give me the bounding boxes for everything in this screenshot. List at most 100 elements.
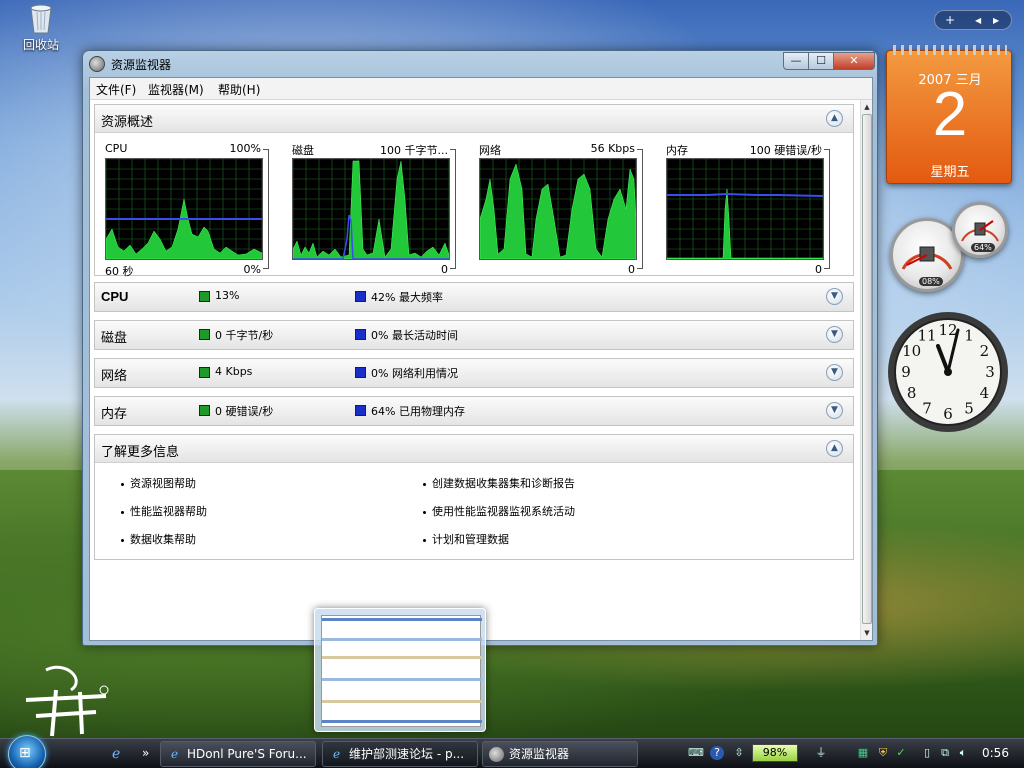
learn-more-title: 了解更多信息: [101, 445, 180, 460]
chevron-up-icon[interactable]: ▲: [826, 440, 843, 457]
memory-graph-min: 0: [815, 263, 822, 276]
memory-faults-value: 0 硬错误/秒: [215, 405, 274, 418]
ie-quicklaunch-icon[interactable]: ℯ: [112, 746, 120, 762]
disk-section[interactable]: 磁盘 0 千字节/秒 0% 最长活动时间 ▼: [94, 320, 854, 350]
overview-title: 资源概述: [101, 115, 154, 130]
clock-number: 12: [938, 321, 957, 339]
network-rate-indicator: [199, 367, 210, 378]
tray-overflow-icon[interactable]: ⇳: [732, 746, 746, 760]
memory-graph-label: 内存: [666, 144, 688, 157]
memory-meter-gadget[interactable]: 64%: [952, 202, 1008, 258]
battery-indicator[interactable]: 98%: [752, 744, 798, 762]
clock-number: 5: [964, 399, 974, 417]
menu-monitor[interactable]: 监视器(M): [148, 81, 204, 98]
maximize-button[interactable]: ☐: [808, 52, 834, 70]
network-graph-plot: [479, 158, 637, 260]
security-shield-icon[interactable]: ⛨: [876, 746, 890, 760]
clock-number: 6: [943, 405, 953, 423]
prev-gadget-button[interactable]: ◀: [975, 16, 981, 25]
scroll-down-button[interactable]: ▼: [861, 626, 873, 640]
help-icon[interactable]: ?: [710, 746, 724, 760]
memory-used-indicator: [355, 405, 366, 416]
quicklaunch-more-button[interactable]: »: [142, 746, 149, 760]
network-section[interactable]: 网络 4 Kbps 0% 网络利用情况 ▼: [94, 358, 854, 388]
taskbar-clock[interactable]: 0:56: [982, 746, 1009, 760]
window-title: 资源监视器: [111, 58, 172, 72]
link-create-collector-set[interactable]: 创建数据收集器集和诊断报告: [423, 475, 575, 491]
memory-used-value: 64% 已用物理内存: [371, 405, 465, 418]
checkmark-icon[interactable]: ✓: [894, 746, 908, 760]
calendar-gadget[interactable]: 2007 三月 2 星期五: [886, 45, 1012, 184]
chevron-down-icon[interactable]: ▼: [826, 364, 843, 381]
clock-number: 8: [907, 384, 917, 402]
clock-number: 11: [917, 327, 936, 345]
clock-face: 12 12 3 45678 9 1011: [888, 312, 1008, 432]
memory-graph-plot: [666, 158, 824, 260]
chevron-down-icon[interactable]: ▼: [826, 402, 843, 419]
calendar-weekday: 星期五: [930, 165, 970, 180]
menu-help[interactable]: 帮助(H): [218, 81, 260, 98]
start-button[interactable]: ⊞: [8, 735, 46, 768]
link-schedule-data[interactable]: 计划和管理数据: [423, 531, 509, 547]
title-bar[interactable]: 资源监视器 — ☐ ✕: [83, 51, 877, 77]
clock-number: 4: [980, 384, 990, 402]
network-graph-min: 0: [628, 263, 635, 276]
link-perfmon-help[interactable]: 性能监视器帮助: [121, 503, 207, 519]
taskbar-button-speedtest[interactable]: ℯ 维护部测速论坛 - p...: [322, 741, 478, 767]
clock-number: 1: [964, 327, 974, 345]
chevron-down-icon[interactable]: ▼: [826, 326, 843, 343]
scroll-up-button[interactable]: ▲: [861, 100, 873, 114]
chevron-down-icon[interactable]: ▼: [826, 288, 843, 305]
cpu-section[interactable]: CPU 13% 42% 最大频率 ▼: [94, 282, 854, 312]
disk-graph-label: 磁盘: [292, 144, 314, 157]
cpu-meter-value: 08%: [919, 277, 943, 286]
link-resource-view-help[interactable]: 资源视图帮助: [121, 475, 196, 491]
network-icon[interactable]: ⧉: [938, 746, 952, 760]
disk-graph: 磁盘 100 千字节... 0: [288, 141, 458, 276]
watermark-logo-icon: [16, 660, 126, 740]
link-data-collection-help[interactable]: 数据收集帮助: [121, 531, 196, 547]
calendar-day: 2: [932, 80, 968, 149]
system-tray: ⌨ ? ⇳ ⏚ ▦ ⛨ ✓ ▯ ⧉ 🔈︎: [684, 739, 1024, 768]
cpu-graph-label: CPU: [105, 142, 128, 155]
cpu-frequency-value: 42% 最大频率: [371, 291, 443, 304]
link-monitor-activity[interactable]: 使用性能监视器监视系统活动: [423, 503, 575, 519]
cpu-graph: CPU 100% 60 秒 0%: [101, 141, 271, 278]
windows-orb-icon: ⊞: [19, 745, 31, 761]
overview-header[interactable]: 资源概述 ▲: [95, 105, 853, 133]
menu-file[interactable]: 文件(F): [96, 81, 136, 98]
disk-active-indicator: [355, 329, 366, 340]
menu-bar: 文件(F) 监视器(M) 帮助(H): [90, 78, 872, 100]
network-share-icon[interactable]: ▦: [856, 746, 870, 760]
taskbar-button-forum[interactable]: ℯ HDonl Pure'S Foru...: [160, 741, 316, 767]
taskbar-thumbnail-preview[interactable]: [314, 608, 486, 732]
scroll-thumb[interactable]: [862, 114, 872, 624]
clock-number: 7: [922, 399, 932, 417]
device-icon[interactable]: ▯: [920, 746, 934, 760]
learn-more-header[interactable]: 了解更多信息 ▲: [95, 435, 853, 463]
memory-graph-scale: 100 硬错误/秒: [749, 144, 822, 157]
cpu-graph-time: 60 秒: [105, 265, 134, 278]
memory-section[interactable]: 内存 0 硬错误/秒 64% 已用物理内存 ▼: [94, 396, 854, 426]
volume-icon[interactable]: 🔈︎: [956, 746, 970, 760]
overview-section: 资源概述 ▲ CPU 100% 60 秒 0% 磁盘 100 千字节... 0 …: [94, 104, 854, 278]
chevron-up-icon[interactable]: ▲: [826, 110, 843, 127]
minimize-button[interactable]: —: [783, 52, 809, 70]
cpu-usage-indicator: [199, 291, 210, 302]
close-button[interactable]: ✕: [833, 52, 875, 70]
network-section-title: 网络: [101, 369, 128, 384]
disk-graph-plot: [292, 158, 450, 260]
ie-icon: ℯ: [332, 747, 341, 761]
memory-faults-indicator: [199, 405, 210, 416]
keyboard-icon[interactable]: ⌨: [688, 746, 704, 760]
vertical-scrollbar[interactable]: ▲ ▼: [860, 100, 872, 640]
taskbar-button-resource-monitor[interactable]: 资源监视器: [482, 741, 638, 767]
resource-monitor-icon: [89, 56, 105, 72]
disk-active-value: 0% 最长活动时间: [371, 329, 458, 342]
power-plug-icon[interactable]: ⏚: [814, 746, 828, 760]
recycle-bin[interactable]: 回收站: [14, 2, 68, 53]
add-gadget-button[interactable]: +: [945, 13, 955, 27]
network-usage-value: 0% 网络利用情况: [371, 367, 458, 380]
next-gadget-button[interactable]: ▶: [993, 16, 999, 25]
clock-gadget[interactable]: 12 1 2 3 4 5 6 7 8 9 10 11: [886, 310, 1010, 434]
